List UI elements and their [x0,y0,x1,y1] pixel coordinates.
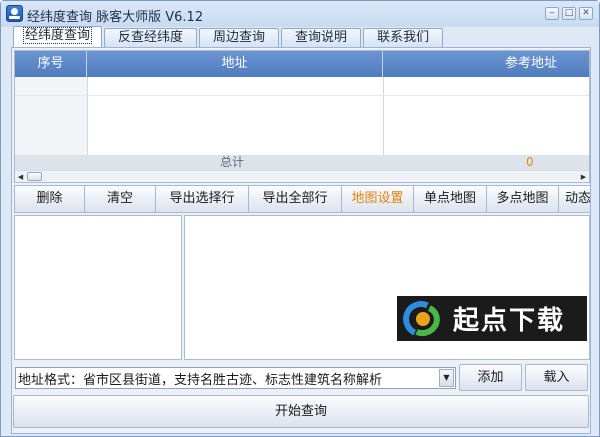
tab-contact-us[interactable]: 联系我们 [363,28,444,47]
tab-query-help[interactable]: 查询说明 [281,28,362,47]
watermark-logo-icon [397,295,445,342]
dynamic-map-button[interactable]: 动态 [558,185,590,213]
column-divider [383,77,384,155]
tab-bar: 经纬度查询 反查经纬度 周边查询 查询说明 联系我们 [13,26,444,47]
column-header-index[interactable]: 序号 [15,51,87,77]
minimize-icon[interactable]: ‒ [545,7,559,20]
address-format-combo[interactable]: ▼ [15,367,456,389]
multi-point-map-button[interactable]: 多点地图 [486,185,559,213]
tab-reverse-lookup[interactable]: 反查经纬度 [104,28,198,47]
delete-button[interactable]: 删除 [14,185,85,213]
total-label: 总计 [220,155,245,169]
index-column-body [15,77,87,155]
column-divider [87,77,88,155]
map-pane[interactable]: 起点下载 [184,215,590,360]
scroll-left-icon[interactable]: ◀ [15,172,26,182]
row-divider [15,95,589,96]
start-query-button[interactable]: 开始查询 [13,395,589,428]
watermark-text: 起点下载 [453,306,566,336]
export-all-button[interactable]: 导出全部行 [248,185,342,213]
results-table[interactable]: 序号 地址 参考地址 总计 0 ◀ ▶ [14,50,590,183]
window-controls: ‒ □ ✕ [545,7,593,20]
app-logo-icon [6,5,23,22]
watermark-banner: 起点下载 [397,295,587,342]
action-toolbar: 删除 清空 导出选择行 导出全部行 地图设置 单点地图 多点地图 动态 [14,185,590,213]
single-point-map-button[interactable]: 单点地图 [413,185,487,213]
load-button[interactable]: 载入 [525,364,588,391]
total-row: 总计 0 [15,155,589,170]
dropdown-arrow-icon[interactable]: ▼ [439,369,454,387]
scroll-right-icon[interactable]: ▶ [578,172,589,182]
query-panel: 序号 地址 参考地址 总计 0 ◀ ▶ 删除 清空 导出选择行 导出全部行 地图… [11,47,591,434]
main-window: 经纬度查询 脉客大师版 V6.12 ‒ □ ✕ 经纬度查询 反查经纬度 周边查询… [0,0,600,437]
scrollbar-thumb[interactable] [27,172,42,181]
maximize-icon[interactable]: □ [562,7,576,20]
window-title: 经纬度查询 脉客大师版 V6.12 [27,10,204,25]
horizontal-scrollbar[interactable]: ◀ ▶ [15,170,589,182]
title-bar: 经纬度查询 脉客大师版 V6.12 ‒ □ ✕ [1,1,599,27]
column-header-address[interactable]: 地址 [87,51,383,77]
address-list-pane[interactable] [14,215,182,360]
close-icon[interactable]: ✕ [579,7,593,20]
tab-latlng-query[interactable]: 经纬度查询 [13,26,103,47]
tab-nearby-search[interactable]: 周边查询 [199,28,280,47]
address-input[interactable] [18,369,436,387]
table-header: 序号 地址 参考地址 [15,51,589,77]
clear-button[interactable]: 清空 [84,185,156,213]
add-button[interactable]: 添加 [459,364,522,391]
column-header-reference-address[interactable]: 参考地址 [383,51,589,77]
total-count: 0 [526,155,534,169]
tab-label: 经纬度查询 [23,27,93,44]
export-selected-button[interactable]: 导出选择行 [155,185,249,213]
map-settings-button[interactable]: 地图设置 [341,185,414,213]
